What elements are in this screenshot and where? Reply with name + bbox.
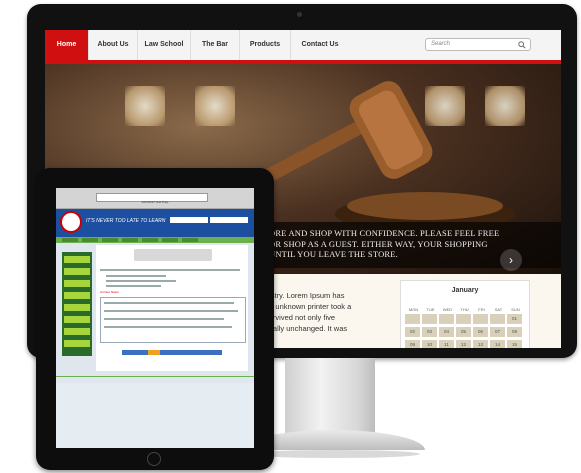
tablet-nav-item[interactable] [122, 238, 138, 242]
weekday-label: TUE [426, 307, 435, 312]
tablet-slogan: IT'S NEVER TOO LATE TO LEARN [86, 218, 166, 224]
slider-next-button[interactable]: › [500, 249, 522, 271]
calendar-widget: January MON TUE WED THU FRI SAT SUN 01 02… [400, 280, 530, 348]
tablet-home-button[interactable] [147, 452, 161, 466]
intro-text: lustry. Lorem Ipsum has an unknown print… [265, 290, 383, 334]
calendar-day-cell[interactable]: 14 [490, 340, 505, 348]
calendar-day-cell[interactable]: 06 [473, 327, 488, 337]
text-line [106, 280, 176, 282]
calendar-day-cell[interactable]: 01 [507, 314, 522, 324]
tablet-nav-item[interactable] [162, 238, 178, 242]
calendar-day-cell[interactable]: 08 [507, 327, 522, 337]
tablet-device: FANTAST Test Prep IT'S NEVER TOO LATE TO… [36, 168, 274, 470]
calendar-month: January [451, 287, 479, 294]
text-line: survived not only five [265, 313, 336, 322]
tablet-sidebar-button[interactable] [64, 256, 90, 263]
tablet-search-input[interactable] [170, 217, 208, 223]
calendar-day-cell[interactable] [473, 314, 488, 324]
tablet-action-buttons[interactable] [122, 350, 222, 355]
weekday-label: SAT [494, 307, 503, 312]
tablet-sidebar-button[interactable] [64, 340, 90, 347]
tablet-sidebar-button[interactable] [64, 316, 90, 323]
tablet-site-header: IT'S NEVER TOO LATE TO LEARN [56, 209, 254, 237]
main-nav: Home About Us Law School The Bar Product… [45, 30, 561, 64]
text-line: ntially unchanged. It was [265, 324, 348, 333]
tablet-nav-item[interactable] [142, 238, 158, 242]
tablet-sidebar-button[interactable] [64, 304, 90, 311]
text-line [104, 318, 224, 320]
tablet-browser-bar: FANTAST Test Prep [56, 188, 254, 209]
search-icon[interactable] [518, 41, 526, 49]
tablet-sidebar-button[interactable] [64, 328, 90, 335]
calendar-grid: 01 02 03 04 05 06 07 08 09 10 11 12 13 14 15 [405, 314, 525, 348]
tablet-audio-player[interactable] [134, 249, 212, 261]
nav-about-us[interactable]: About Us [89, 30, 138, 60]
text-line [104, 310, 238, 312]
tablet-notes-label: Current Notes [100, 290, 119, 294]
calendar-day-cell[interactable] [490, 314, 505, 324]
calendar-day-cell[interactable]: 03 [422, 327, 437, 337]
calendar-day-cell[interactable]: 07 [490, 327, 505, 337]
calendar-day-cell[interactable] [405, 314, 420, 324]
search-input[interactable]: Search [425, 38, 531, 51]
calendar-day-cell[interactable] [456, 314, 471, 324]
nav-home[interactable]: Home [45, 30, 89, 60]
monitor-stand [285, 358, 375, 438]
weekday-label: THU [460, 307, 469, 312]
text-line [106, 285, 161, 287]
hero-caption: ORE AND SHOP WITH CONFIDENCE. PLEASE FEE… [269, 228, 509, 260]
tablet-nav-item[interactable] [62, 238, 78, 242]
tablet-sidebar-button[interactable] [64, 280, 90, 287]
calendar-day-cell[interactable]: 10 [422, 340, 437, 348]
tablet-active-button[interactable] [148, 350, 160, 355]
weekday-label: SUN [511, 307, 520, 312]
monitor-camera [297, 12, 302, 17]
weekday-label: MON [408, 307, 419, 312]
text-line: an unknown printer took a [265, 302, 352, 311]
text-line [104, 302, 234, 304]
tablet-sidebar-button[interactable] [64, 292, 90, 299]
nav-contact-us[interactable]: Contact Us [291, 30, 349, 60]
weekday-label: WED [442, 307, 453, 312]
tablet-sidebar-button[interactable] [64, 268, 90, 275]
text-line [106, 275, 166, 277]
tablet-screen: FANTAST Test Prep IT'S NEVER TOO LATE TO… [56, 188, 254, 448]
text-line [100, 269, 240, 271]
calendar-day-cell[interactable]: 09 [405, 340, 420, 348]
calendar-day-cell[interactable] [422, 314, 437, 324]
calendar-day-cell[interactable]: 13 [473, 340, 488, 348]
calendar-day-cell[interactable]: 12 [456, 340, 471, 348]
stand-shadow [250, 450, 420, 458]
text-line [104, 326, 232, 328]
tablet-search-input-secondary[interactable] [210, 217, 248, 223]
tablet-nav [56, 237, 254, 243]
caption-line: ORE AND SHOP WITH CONFIDENCE. PLEASE FEE… [269, 228, 500, 238]
tablet-blank-area [56, 383, 254, 448]
nav-the-bar[interactable]: The Bar [191, 30, 240, 60]
nav-law-school[interactable]: Law School [138, 30, 191, 60]
calendar-day-cell[interactable] [439, 314, 454, 324]
tablet-tab-title: FANTAST Test Prep [141, 200, 169, 204]
calendar-day-cell[interactable]: 04 [439, 327, 454, 337]
caption-line: UNTIL YOU LEAVE THE STORE. [269, 249, 398, 259]
text-line: lustry. Lorem Ipsum has [265, 291, 345, 300]
tablet-sidebar [62, 252, 92, 356]
tablet-main-panel: Current Notes [96, 245, 248, 371]
calendar-day-cell[interactable]: 15 [507, 340, 522, 348]
tablet-notes-box [100, 297, 246, 343]
search-placeholder: Search [431, 41, 451, 47]
tablet-nav-item[interactable] [102, 238, 118, 242]
weekday-label: FRI [478, 307, 485, 312]
tablet-nav-item[interactable] [182, 238, 198, 242]
nav-products[interactable]: Products [240, 30, 291, 60]
caption-line: OR SHOP AS A GUEST. EITHER WAY, YOUR SHO… [269, 238, 488, 249]
tablet-footer [56, 376, 254, 381]
calendar-day-cell[interactable]: 02 [405, 327, 420, 337]
tablet-logo [60, 211, 82, 233]
calendar-day-cell[interactable]: 11 [439, 340, 454, 348]
calendar-weekdays: MON TUE WED THU FRI SAT SUN [405, 307, 525, 312]
calendar-day-cell[interactable]: 05 [456, 327, 471, 337]
chevron-right-icon: › [509, 253, 513, 267]
tablet-nav-item[interactable] [82, 238, 98, 242]
